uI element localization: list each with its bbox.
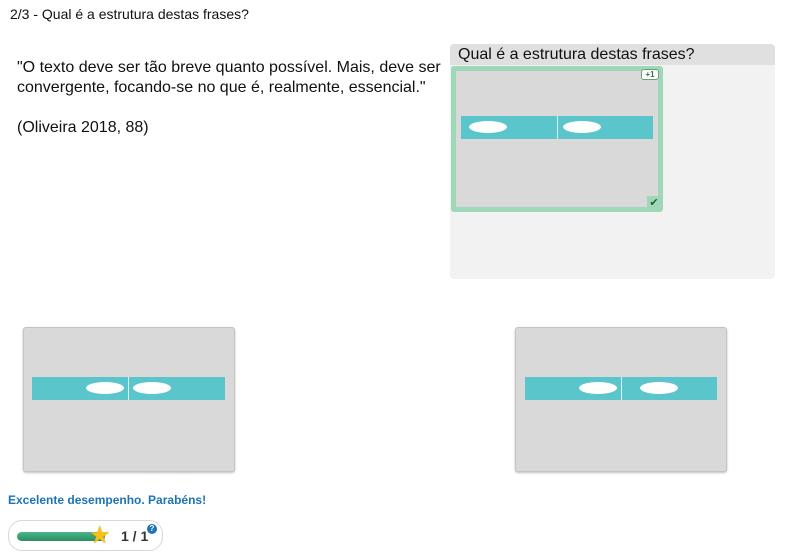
sentence-segment	[525, 377, 621, 400]
score-box: ★ 1 / 1 ?	[8, 520, 163, 551]
check-icon: ✔	[647, 196, 661, 210]
sentence-structure-bar	[461, 116, 653, 139]
drop-zone-title: Qual é a estrutura destas frases?	[450, 44, 775, 65]
star-icon: ★	[89, 522, 111, 549]
sentence-structure-bar	[32, 377, 225, 400]
word-ellipse	[579, 382, 617, 394]
sentence-segment	[620, 377, 718, 400]
placed-answer-card[interactable]: +1 ✔	[451, 66, 663, 212]
sentence-structure-bar	[525, 377, 717, 400]
points-badge: +1	[641, 69, 659, 80]
feedback-message: Excelente desempenho. Parabéns!	[8, 493, 207, 507]
sentence-segment	[32, 377, 128, 400]
quote-text: "O texto deve ser tão breve quanto possí…	[17, 59, 441, 96]
word-ellipse	[133, 382, 171, 394]
sentence-segment	[461, 116, 557, 139]
word-ellipse	[86, 382, 124, 394]
sentence-segment	[128, 377, 225, 400]
option-card-2[interactable]	[515, 327, 727, 472]
help-icon[interactable]: ?	[147, 524, 157, 534]
word-ellipse	[639, 382, 678, 394]
word-ellipse	[562, 121, 601, 133]
quote-block: "O texto deve ser tão breve quanto possí…	[17, 58, 447, 138]
option-card-1[interactable]	[23, 327, 235, 472]
sentence-segment	[556, 116, 654, 139]
page-title: 2/3 - Qual é a estrutura destas frases?	[10, 6, 249, 22]
word-ellipse	[469, 121, 507, 133]
score-text: 1 / 1	[121, 528, 149, 544]
quote-citation: (Oliveira 2018, 88)	[17, 119, 149, 136]
